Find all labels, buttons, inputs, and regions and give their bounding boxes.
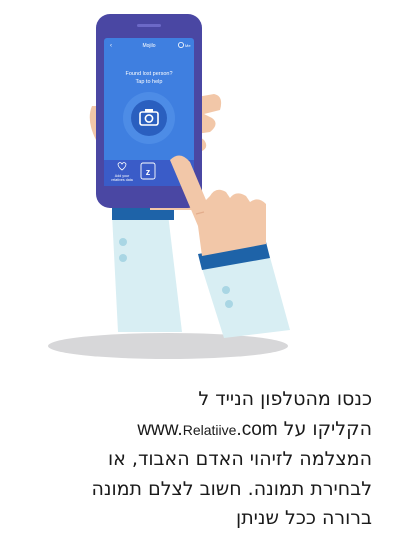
instructions-caption: כנסו מהטלפון הנייד ל הקליקו על www.Relat… <box>0 385 372 534</box>
left-sleeve-button-1 <box>119 238 127 246</box>
app-logo-icon: z <box>146 167 151 177</box>
left-sleeve <box>112 214 182 332</box>
phone-in-hands-illustration: ‹ Mojilo Me Found lost person? Tap to he… <box>48 14 290 359</box>
screen-prompt-line1: Found lost person? <box>125 71 172 77</box>
site-url-prefix: www. <box>137 418 183 440</box>
caption-line-4: לבחירת תמונה. חשוב לצלם תמונה <box>91 477 372 500</box>
screen-back-icon[interactable]: ‹ <box>110 43 112 49</box>
camera-button[interactable] <box>131 100 167 136</box>
caption-line-5: ברורה ככל שניתן <box>236 507 372 529</box>
add-relatives-label-line2: relatives data <box>111 178 132 182</box>
site-url-link[interactable]: www.Relatiive.com <box>137 419 277 440</box>
screen-prompt-line2: Tap to help <box>136 79 163 85</box>
ground-shadow <box>48 333 288 359</box>
left-sleeve-button-2 <box>119 254 127 262</box>
screen-app-title: Mojilo <box>142 43 155 49</box>
site-url-suffix: .com <box>236 418 278 440</box>
caption-line-2-text: הקליקו על <box>283 417 372 440</box>
screen-profile-label: Me <box>185 43 191 48</box>
caption-line-1: כנסו מהטלפון הנייד ל <box>198 388 372 410</box>
caption-line-2: הקליקו על www.Relatiive.com <box>0 415 372 446</box>
site-url-name: Relatiive <box>182 421 237 438</box>
phone-speaker <box>137 24 161 27</box>
right-sleeve-button-1 <box>222 286 230 294</box>
right-sleeve-button-2 <box>225 300 233 308</box>
caption-line-3: המצלמה לזיהוי האדם האבוד, או <box>108 448 372 470</box>
